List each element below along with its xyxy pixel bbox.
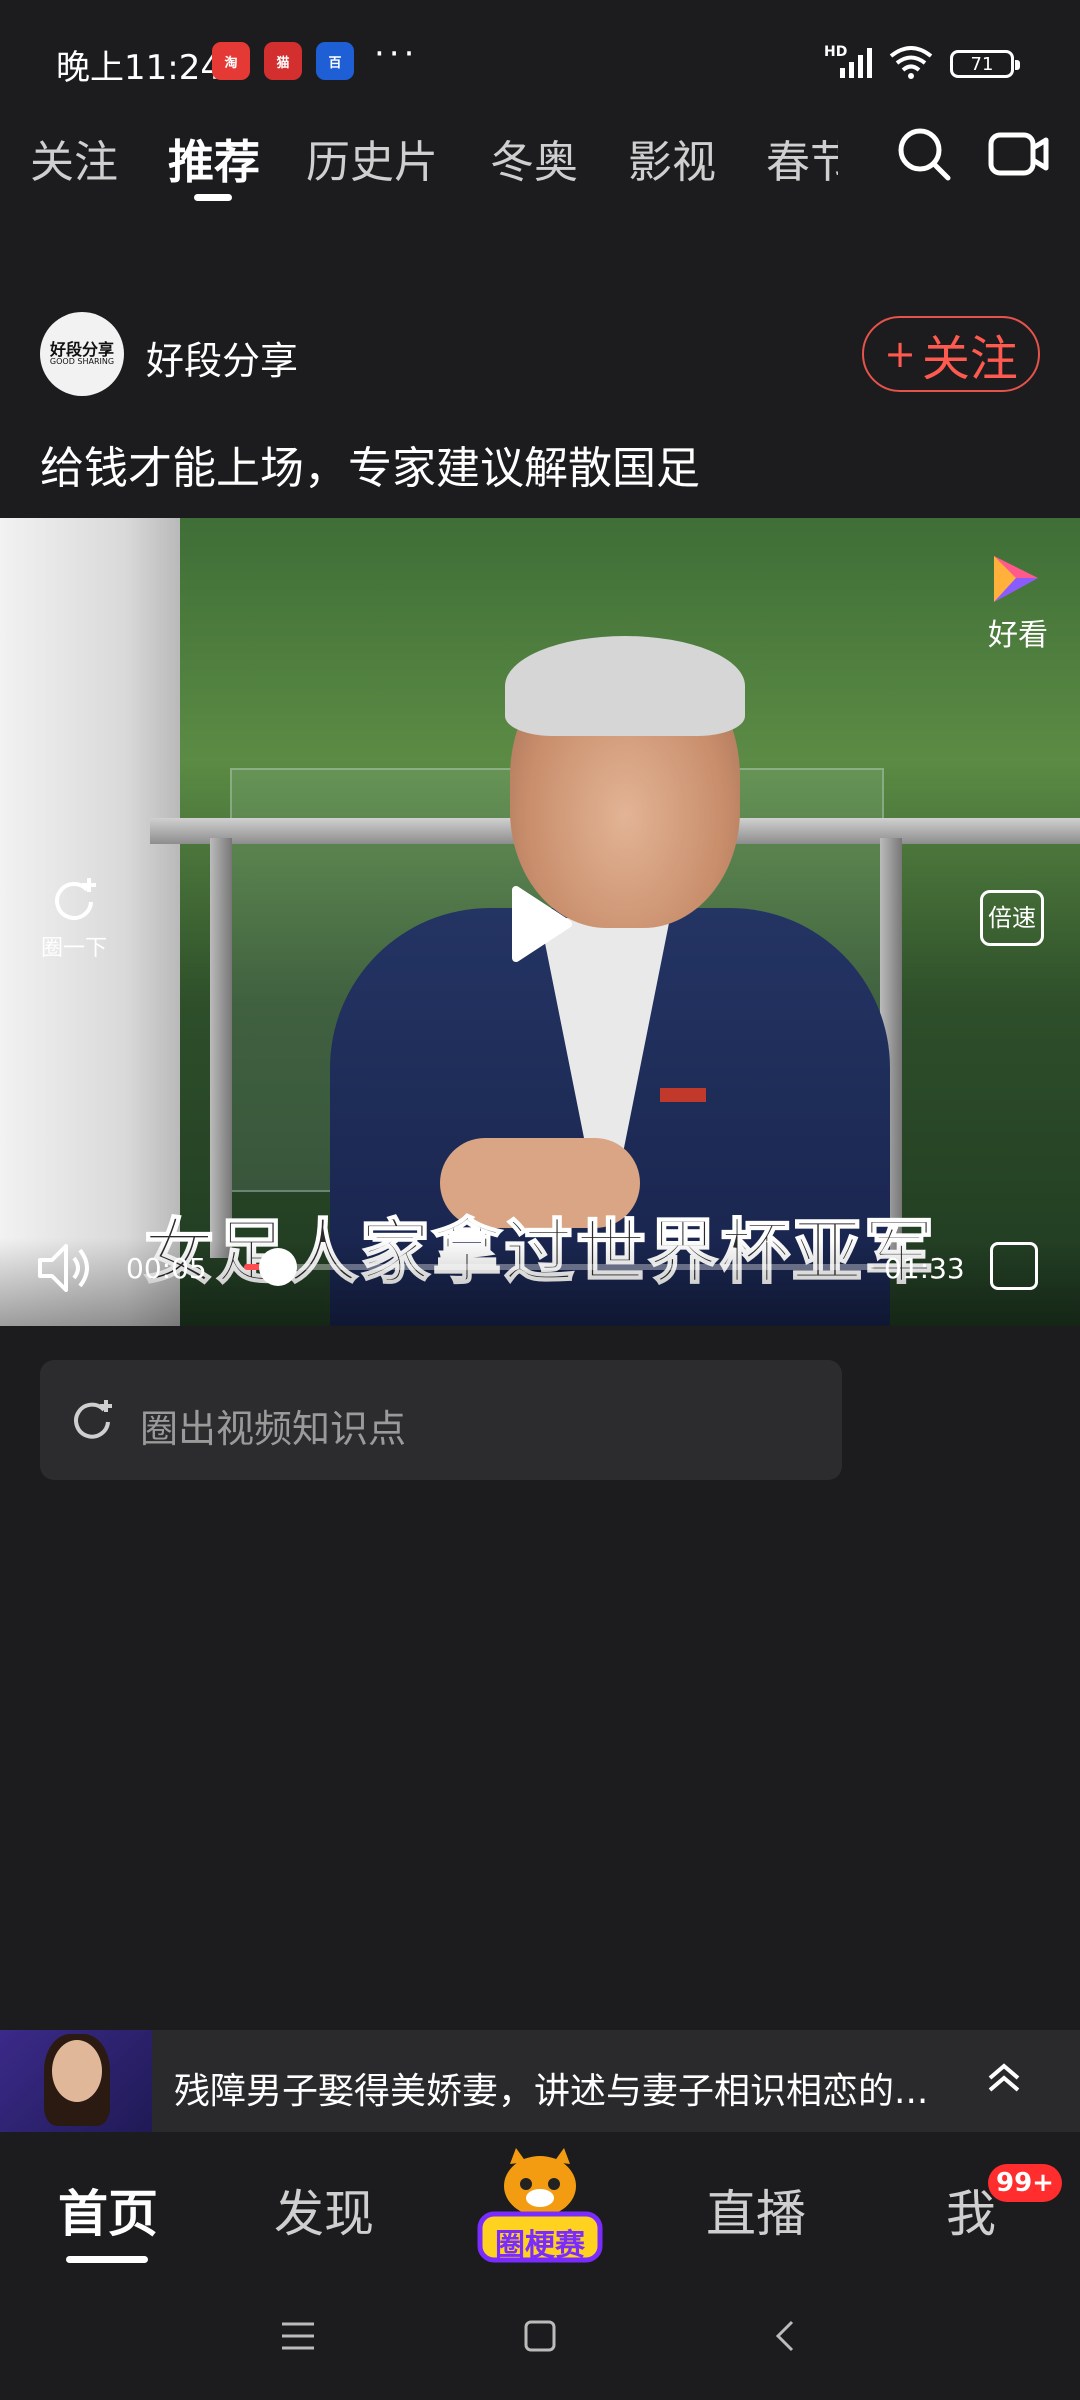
tab-film-tv[interactable]: 影视: [628, 126, 716, 190]
wifi-icon: [889, 46, 933, 79]
author-avatar[interactable]: 好段分享 GOOD SHARING: [40, 312, 124, 396]
tab-winter-olympics[interactable]: 冬奥: [490, 126, 578, 190]
tab-following[interactable]: 关注: [30, 126, 118, 190]
tab-spring-festival[interactable]: 春节: [766, 126, 838, 190]
signal-icon: [840, 48, 872, 78]
haokan-logo-icon: [994, 556, 1038, 602]
knowledge-point-label: 圈出视频知识点: [140, 1407, 407, 1451]
replay-circle-button[interactable]: 圈一下: [34, 874, 114, 962]
recommendation-title[interactable]: 残障男子娶得美娇妻，讲述与妻子相识相恋的...: [174, 2062, 934, 2114]
plus-icon: +: [884, 332, 916, 376]
follow-label: 关注: [921, 331, 1018, 387]
active-tab-indicator: [194, 194, 232, 201]
video-person-badge: [660, 1088, 706, 1102]
video-person-hair: [505, 636, 745, 736]
play-icon[interactable]: [510, 884, 574, 964]
mascot-label: 圈梗赛: [495, 2228, 585, 2263]
top-tabs: 关注 推荐 历史片 冬奥 影视 春节: [0, 126, 1080, 226]
replay-label: 圈一下: [40, 936, 107, 961]
nav-home[interactable]: 首页: [58, 2174, 158, 2246]
nav-live[interactable]: 直播: [706, 2174, 806, 2246]
avatar-logo-text: 好段分享: [49, 339, 114, 359]
volume-icon[interactable]: [36, 1240, 96, 1296]
fullscreen-icon[interactable]: [990, 1242, 1038, 1290]
speed-button[interactable]: 倍速: [980, 890, 1044, 946]
nav-active-indicator: [66, 2256, 148, 2263]
video-camera-icon[interactable]: [988, 130, 1050, 178]
tmall-icon: 猫: [264, 42, 302, 80]
battery-level: 71: [970, 53, 994, 75]
taobao-icon: 淘: [212, 42, 250, 80]
search-icon[interactable]: [896, 126, 952, 182]
replay-icon: [55, 878, 96, 920]
haokan-watermark: 好看: [988, 618, 1048, 653]
video-player[interactable]: 好看 圈一下 倍速 女足人家拿过世界杯亚军 00:05 01:33: [0, 518, 1080, 1326]
double-chevron-up-icon[interactable]: [986, 2058, 1022, 2098]
home-square-icon[interactable]: [522, 2318, 558, 2354]
speed-label: 倍速: [988, 904, 1036, 932]
more-notifications-icon: ···: [374, 34, 419, 74]
video-title[interactable]: 给钱才能上场，专家建议解散国足: [40, 432, 700, 496]
baidu-icon: 百: [316, 42, 354, 80]
battery-icon: 71: [950, 50, 1020, 78]
notification-badge: 99+: [988, 2164, 1062, 2202]
clock: 晚上11:24: [56, 48, 222, 88]
thumbnail-person-face: [52, 2040, 102, 2102]
current-time: 00:05: [126, 1252, 207, 1285]
nav-discover[interactable]: 发现: [274, 2174, 374, 2246]
back-icon[interactable]: [768, 2318, 804, 2354]
author-name[interactable]: 好段分享: [146, 330, 298, 385]
video-duration: 01:33: [884, 1252, 965, 1285]
menu-icon[interactable]: [280, 2318, 316, 2354]
tab-recommended[interactable]: 推荐: [168, 126, 260, 192]
video-scene-post: [210, 838, 232, 1258]
mascot-challenge-button[interactable]: 圈梗赛: [476, 2148, 604, 2266]
avatar-logo-subtext: GOOD SHARING: [49, 357, 115, 367]
progress-knob[interactable]: [259, 1248, 298, 1286]
follow-button[interactable]: + 关注: [862, 316, 1040, 392]
progress-track[interactable]: [244, 1264, 874, 1270]
circle-refresh-icon: [74, 1400, 112, 1439]
status-bar: 晚上11:24 淘 猫 百 ··· HD 71: [0, 0, 1080, 126]
tab-history[interactable]: 历史片: [306, 126, 438, 190]
